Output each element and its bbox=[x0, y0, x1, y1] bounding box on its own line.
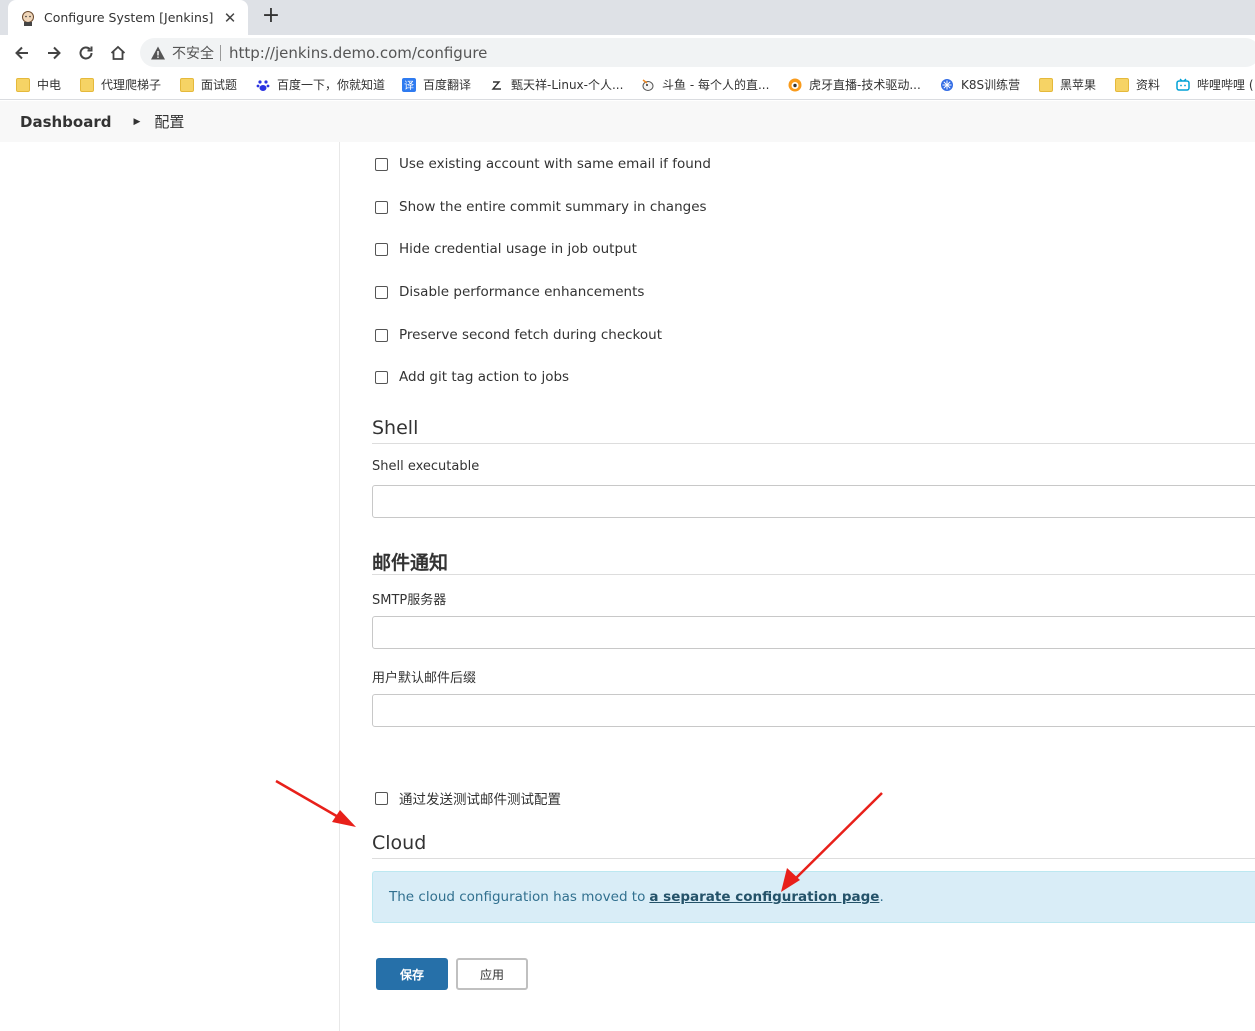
git-option-row[interactable]: Disable performance enhancements bbox=[375, 284, 644, 300]
email-suffix-label: 用户默认邮件后缀 bbox=[372, 671, 477, 686]
bookmark-item[interactable]: 代理爬梯子 bbox=[80, 76, 161, 93]
k8s-icon bbox=[941, 78, 953, 91]
bookmark-item[interactable]: 哔哩哔哩 ( bbox=[1176, 76, 1254, 93]
email-suffix-input[interactable] bbox=[372, 694, 1255, 727]
bookmark-item[interactable]: 黑苹果 bbox=[1039, 76, 1096, 93]
save-button[interactable]: 保存 bbox=[376, 958, 448, 990]
cloud-section-title: Cloud bbox=[372, 832, 427, 854]
forward-icon[interactable] bbox=[41, 40, 67, 66]
email-section-title: 邮件通知 bbox=[372, 552, 449, 574]
back-icon[interactable] bbox=[9, 40, 35, 66]
bookmark-item[interactable]: 虎牙直播-技术驱动... bbox=[788, 76, 921, 93]
git-option-row[interactable]: Show the entire commit summary in change… bbox=[375, 199, 707, 215]
bookmark-item[interactable]: 甄天祥-Linux-个人... bbox=[490, 76, 623, 93]
annotation-arrow-left bbox=[275, 779, 356, 827]
smtp-server-label: SMTP服务器 bbox=[372, 593, 447, 608]
checkbox[interactable] bbox=[375, 370, 388, 384]
test-email-row[interactable]: 通过发送测试邮件测试配置 bbox=[375, 788, 561, 808]
huya-icon bbox=[788, 78, 802, 91]
bookmark-item[interactable]: 斗鱼 - 每个人的直... bbox=[641, 76, 769, 93]
folder-icon bbox=[1039, 77, 1053, 92]
home-icon[interactable] bbox=[105, 40, 131, 66]
folder-icon bbox=[16, 77, 30, 92]
breadcrumb: Dashboard ▶ 配置 bbox=[0, 101, 1255, 142]
bookmark-item[interactable]: 面试题 bbox=[180, 76, 237, 93]
bookmark-item[interactable]: 资料 bbox=[1115, 76, 1160, 93]
checkbox[interactable] bbox=[375, 157, 388, 171]
checkbox[interactable] bbox=[375, 791, 388, 805]
close-tab-icon[interactable]: ✕ bbox=[222, 9, 238, 27]
folder-icon bbox=[180, 77, 194, 92]
section-divider bbox=[372, 443, 1255, 444]
warning-icon[interactable] bbox=[150, 45, 166, 61]
checkbox-label: Add git tag action to jobs bbox=[399, 369, 570, 385]
checkbox-label: Preserve second fetch during checkout bbox=[399, 327, 662, 343]
smtp-server-input[interactable] bbox=[372, 616, 1255, 649]
checkbox[interactable] bbox=[375, 200, 388, 214]
separate-config-link[interactable]: a separate configuration page bbox=[649, 889, 879, 905]
git-option-row[interactable]: Use existing account with same email if … bbox=[375, 156, 711, 172]
url-separator bbox=[220, 44, 221, 61]
reload-icon[interactable] bbox=[73, 40, 99, 66]
jenkins-favicon-icon bbox=[22, 10, 34, 26]
folder-icon bbox=[80, 77, 94, 92]
git-option-row[interactable]: Preserve second fetch during checkout bbox=[375, 327, 662, 343]
sidebar-divider bbox=[339, 142, 340, 1031]
cloud-moved-notice: The cloud configuration has moved to a s… bbox=[372, 871, 1255, 923]
checkbox-label: Show the entire commit summary in change… bbox=[399, 199, 707, 215]
browser-tab[interactable]: Configure System [Jenkins] ✕ bbox=[8, 0, 248, 35]
shell-section-title: Shell bbox=[372, 417, 419, 439]
notice-text: The cloud configuration has moved to bbox=[389, 889, 646, 905]
checkbox-label: Hide credential usage in job output bbox=[399, 241, 637, 257]
section-divider bbox=[372, 574, 1255, 575]
tab-strip: Configure System [Jenkins] ✕ + bbox=[0, 0, 1255, 35]
checkbox[interactable] bbox=[375, 242, 388, 256]
bilibili-icon bbox=[1176, 78, 1190, 91]
bookmark-item[interactable]: 译 百度翻译 bbox=[402, 76, 471, 93]
address-bar[interactable]: 不安全 http://jenkins.demo.com/configure bbox=[140, 38, 1255, 67]
bookmark-item[interactable]: K8S训练营 bbox=[940, 76, 1020, 93]
checkbox-label: Use existing account with same email if … bbox=[399, 156, 711, 172]
breadcrumb-dashboard-link[interactable]: Dashboard bbox=[20, 113, 111, 131]
new-tab-icon[interactable]: + bbox=[260, 5, 282, 27]
apply-button[interactable]: 应用 bbox=[456, 958, 528, 990]
insecure-label: 不安全 bbox=[172, 45, 214, 62]
notice-end: . bbox=[879, 889, 884, 905]
folder-icon bbox=[1115, 77, 1129, 92]
shell-executable-label: Shell executable bbox=[372, 459, 480, 474]
baidu-icon bbox=[256, 79, 270, 91]
svg-text:译: 译 bbox=[404, 80, 414, 92]
checkbox-label: Disable performance enhancements bbox=[399, 284, 645, 300]
browser-toolbar: 不安全 http://jenkins.demo.com/configure bbox=[0, 35, 1255, 70]
bookmark-item[interactable]: 中电 bbox=[16, 76, 61, 93]
bookmark-item[interactable]: 百度一下，你就知道 bbox=[256, 76, 385, 93]
section-divider bbox=[372, 858, 1255, 859]
breadcrumb-current[interactable]: 配置 bbox=[154, 111, 184, 132]
git-option-row[interactable]: Hide credential usage in job output bbox=[375, 241, 637, 257]
shell-executable-input[interactable] bbox=[372, 485, 1255, 518]
chevron-right-icon[interactable]: ▶ bbox=[133, 117, 140, 127]
tab-title: Configure System [Jenkins] bbox=[44, 10, 214, 25]
git-option-row[interactable]: Add git tag action to jobs bbox=[375, 369, 569, 385]
checkbox-label: 通过发送测试邮件测试配置 bbox=[399, 792, 561, 808]
blog-icon bbox=[491, 80, 501, 90]
translate-icon: 译 bbox=[402, 77, 416, 92]
checkbox[interactable] bbox=[375, 328, 388, 342]
bookmarks-bar: 中电 代理爬梯子 面试题 百度一下，你就知道 译 百度翻译 甄天祥-Linux-… bbox=[0, 70, 1255, 100]
url-text[interactable]: http://jenkins.demo.com/configure bbox=[229, 44, 487, 62]
checkbox[interactable] bbox=[375, 285, 388, 299]
douyu-icon bbox=[642, 78, 654, 91]
